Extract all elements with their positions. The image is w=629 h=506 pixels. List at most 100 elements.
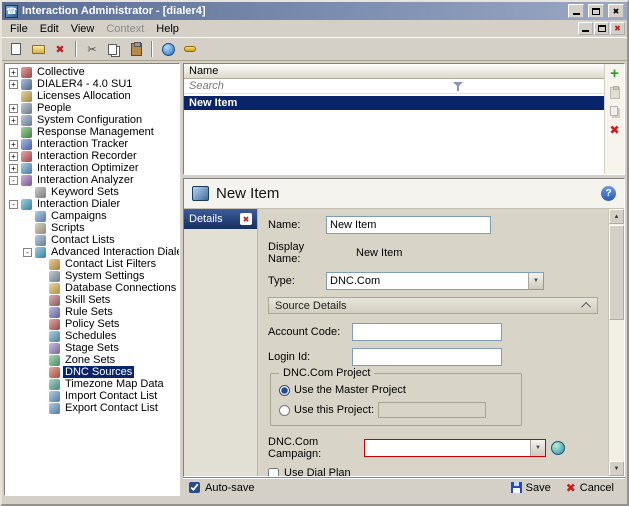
tree-item-interaction-tracker[interactable]: +Interaction Tracker — [7, 138, 179, 150]
expander-icon[interactable]: - — [9, 176, 18, 185]
tree-item-interaction-recorder[interactable]: +Interaction Recorder — [7, 150, 179, 162]
tree-label: Advanced Interaction Dialer — [49, 246, 180, 258]
expander-icon[interactable]: - — [9, 200, 18, 209]
menu-file[interactable]: File — [4, 22, 34, 36]
tree-item-zone-sets[interactable]: Zone Sets — [7, 354, 179, 366]
expander-icon[interactable]: + — [9, 116, 18, 125]
menu-context[interactable]: Context — [100, 22, 150, 36]
use-this-project-radio[interactable] — [279, 405, 290, 416]
name-field[interactable] — [326, 216, 491, 234]
tree-item-timezone-map-data[interactable]: Timezone Map Data — [7, 378, 179, 390]
copy-item-button[interactable] — [610, 106, 618, 116]
display-name-value: New Item — [356, 247, 402, 259]
tree-item-response-management[interactable]: Response Management — [7, 126, 179, 138]
maximize-icon — [592, 8, 600, 15]
tree-item-keyword-sets[interactable]: Keyword Sets — [7, 186, 179, 198]
tree-label: Contact Lists — [49, 234, 117, 246]
tree-item-policy-sets[interactable]: Policy Sets — [7, 318, 179, 330]
tree-item-contact-lists[interactable]: Contact Lists — [7, 234, 179, 246]
expander-icon[interactable]: + — [9, 152, 18, 161]
tree-item-database-connections[interactable]: Database Connections — [7, 282, 179, 294]
cut-button[interactable]: ✂ — [82, 39, 102, 59]
tree-item-licenses-allocation[interactable]: Licenses Allocation — [7, 90, 179, 102]
new-button[interactable] — [6, 39, 26, 59]
paste-button[interactable] — [126, 39, 146, 59]
tree-item-schedules[interactable]: Schedules — [7, 330, 179, 342]
use-dial-plan-checkbox[interactable] — [268, 468, 279, 477]
license-key-button[interactable] — [180, 39, 200, 59]
delete-button[interactable]: ✖ — [50, 39, 70, 59]
login-id-field[interactable] — [352, 348, 502, 366]
chevron-down-icon[interactable]: ▼ — [530, 440, 545, 456]
tree-item-scripts[interactable]: Scripts — [7, 222, 179, 234]
tree-item-dnc-sources[interactable]: DNC Sources — [7, 366, 179, 378]
tree-item-skill-sets[interactable]: Skill Sets — [7, 294, 179, 306]
search-input[interactable] — [184, 80, 452, 92]
use-master-project-radio[interactable] — [279, 385, 290, 396]
tree-item-stage-sets[interactable]: Stage Sets — [7, 342, 179, 354]
copy-button[interactable] — [104, 39, 124, 59]
tab-details[interactable]: Details ✖ — [184, 209, 257, 229]
list-column-header[interactable]: Name — [184, 64, 604, 79]
tree-item-import-contact-list[interactable]: Import Contact List — [7, 390, 179, 402]
type-label: Type: — [268, 275, 326, 287]
save-button[interactable]: Save — [506, 481, 556, 495]
source-details-section-header[interactable]: Source Details — [268, 297, 598, 314]
tree-item-system-configuration[interactable]: +System Configuration — [7, 114, 179, 126]
expander-icon[interactable]: + — [9, 80, 18, 89]
menu-view[interactable]: View — [65, 22, 101, 36]
tree-item-dialer4-server[interactable]: +DIALER4 - 4.0 SU1 — [7, 78, 179, 90]
tree-item-interaction-analyzer[interactable]: -Interaction Analyzer — [7, 174, 179, 186]
scrollbar-thumb[interactable] — [609, 225, 624, 320]
tree-item-contact-list-filters[interactable]: Contact List Filters — [7, 258, 179, 270]
minimize-button[interactable] — [568, 4, 584, 18]
delete-item-button[interactable]: ✖ — [609, 123, 619, 137]
tree-item-interaction-optimizer[interactable]: +Interaction Optimizer — [7, 162, 179, 174]
expander-icon[interactable]: - — [23, 248, 32, 257]
tree-item-campaigns[interactable]: Campaigns — [7, 210, 179, 222]
mdi-restore-button[interactable] — [594, 22, 609, 35]
paste-item-button[interactable] — [610, 87, 620, 99]
expander-icon[interactable]: + — [9, 68, 18, 77]
tree-item-export-contact-list[interactable]: Export Contact List — [7, 402, 179, 414]
cancel-button-label: Cancel — [580, 482, 614, 494]
paste-icon — [131, 43, 142, 56]
tree-item-interaction-dialer[interactable]: -Interaction Dialer — [7, 198, 179, 210]
tree-item-advanced-interaction-dialer[interactable]: - Advanced Interaction Dialer — [7, 246, 179, 258]
type-dropdown[interactable]: DNC.Com ▼ — [326, 272, 544, 290]
tree-label: Schedules — [63, 330, 118, 342]
list-row-new-item[interactable]: New Item — [184, 96, 604, 110]
menu-help[interactable]: Help — [150, 22, 185, 36]
tree-item-people[interactable]: +People — [7, 102, 179, 114]
menu-edit[interactable]: Edit — [34, 22, 65, 36]
tree-item-collective[interactable]: +Collective — [7, 66, 179, 78]
mdi-minimize-button[interactable] — [578, 22, 593, 35]
tree-item-system-settings[interactable]: System Settings — [7, 270, 179, 282]
this-project-field[interactable] — [378, 402, 486, 418]
close-details-tab-icon[interactable]: ✖ — [240, 213, 252, 225]
help-icon[interactable]: ? — [601, 186, 616, 201]
add-item-button[interactable]: + — [610, 68, 619, 80]
expander-icon[interactable]: + — [9, 104, 18, 113]
maximize-button[interactable] — [588, 4, 604, 18]
discovery-button[interactable] — [158, 39, 178, 59]
cancel-button[interactable]: ✖ Cancel — [561, 480, 619, 496]
expander-icon[interactable]: + — [9, 164, 18, 173]
scroll-down-button[interactable]: ▼ — [609, 461, 624, 476]
lookup-globe-icon[interactable] — [551, 441, 565, 455]
auto-save-checkbox[interactable] — [189, 482, 200, 493]
mdi-close-button[interactable]: ✖ — [610, 22, 625, 35]
chevron-down-icon[interactable]: ▼ — [528, 273, 543, 289]
filter-icon[interactable] — [452, 80, 464, 92]
scrollbar-track[interactable] — [609, 320, 624, 461]
details-scrollbar[interactable]: ▲ ▼ — [608, 209, 624, 476]
campaign-dropdown[interactable]: ▼ — [364, 439, 546, 457]
right-panel: Name New Item + ✖ New — [183, 63, 625, 496]
expander-icon[interactable]: + — [9, 140, 18, 149]
account-code-field[interactable] — [352, 323, 502, 341]
cut-icon: ✂ — [87, 43, 96, 56]
close-button[interactable]: ✖ — [608, 4, 624, 18]
tree-item-rule-sets[interactable]: Rule Sets — [7, 306, 179, 318]
scroll-up-button[interactable]: ▲ — [609, 209, 624, 224]
open-button[interactable] — [28, 39, 48, 59]
